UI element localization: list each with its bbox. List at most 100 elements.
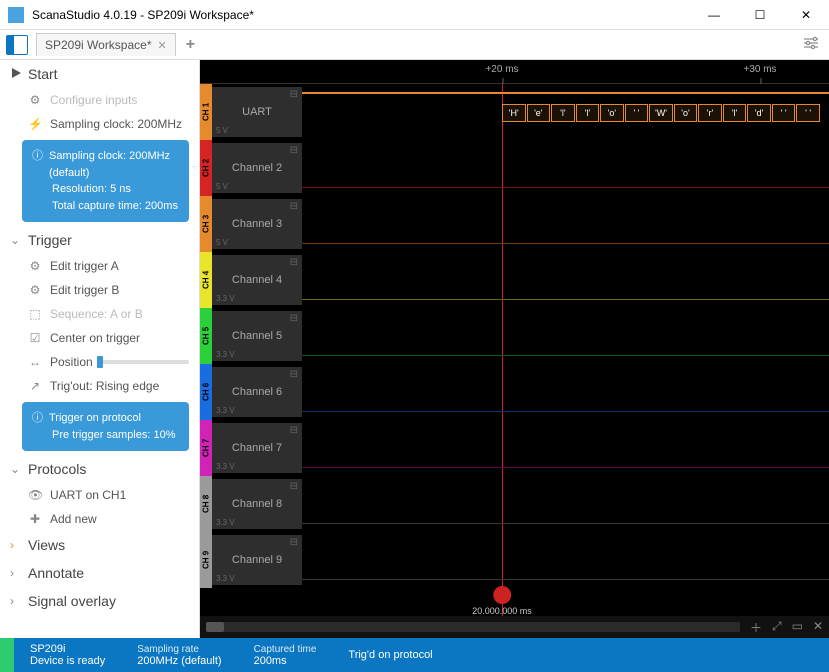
channel-label-box[interactable]: ⊟ Channel 6 3.3 V bbox=[212, 367, 302, 417]
channel-label-box[interactable]: ⊟ Channel 4 3.3 V bbox=[212, 255, 302, 305]
channel-tab[interactable]: CH 9 bbox=[200, 532, 212, 588]
channel-voltage: 5 V bbox=[216, 238, 228, 247]
channel-row: CH 9 ⊟ Channel 9 3.3 V bbox=[200, 532, 829, 588]
tab-workspace[interactable]: SP209i Workspace* ✕ bbox=[36, 33, 176, 56]
uart-byte[interactable]: 'l' bbox=[551, 104, 575, 122]
edit-trigger-a[interactable]: ⚙Edit trigger A bbox=[0, 254, 199, 278]
trigger-section[interactable]: ⌄ Trigger bbox=[0, 226, 199, 254]
channel-collapse-icon[interactable]: ⊟ bbox=[290, 313, 298, 324]
channel-collapse-icon[interactable]: ⊟ bbox=[290, 481, 298, 492]
close-button[interactable]: ✕ bbox=[783, 0, 829, 29]
channel-tab[interactable]: CH 2 bbox=[200, 140, 212, 196]
channel-trace[interactable] bbox=[302, 476, 829, 532]
uart-byte[interactable]: 'd' bbox=[747, 104, 771, 122]
uart-byte[interactable]: 'r' bbox=[698, 104, 722, 122]
signal-overlay-section[interactable]: ›Signal overlay bbox=[0, 587, 199, 615]
uart-byte[interactable]: 'W' bbox=[649, 104, 673, 122]
eye-icon: 👁 bbox=[28, 488, 42, 502]
uart-byte[interactable]: 'l' bbox=[576, 104, 600, 122]
channel-tab[interactable]: CH 5 bbox=[200, 308, 212, 364]
gear-icon: ⚙ bbox=[28, 283, 42, 297]
channel-label-box[interactable]: ⊟ Channel 5 3.3 V bbox=[212, 311, 302, 361]
channel-tab[interactable]: CH 3 bbox=[200, 196, 212, 252]
channel-trace[interactable] bbox=[302, 532, 829, 588]
sampling-info: ⓘ Sampling clock: 200MHz (default) Resol… bbox=[22, 140, 189, 222]
tab-close-icon[interactable]: ✕ bbox=[158, 39, 167, 52]
workspace-icon[interactable] bbox=[6, 35, 28, 55]
add-protocol[interactable]: ✚Add new bbox=[0, 507, 199, 531]
uart-byte[interactable]: ' ' bbox=[772, 104, 796, 122]
channel-name: Channel 5 bbox=[212, 330, 302, 342]
channel-name: Channel 3 bbox=[212, 218, 302, 230]
channel-collapse-icon[interactable]: ⊟ bbox=[290, 145, 298, 156]
channel-tab[interactable]: CH 1 bbox=[200, 84, 212, 140]
channel-tab[interactable]: CH 7 bbox=[200, 420, 212, 476]
uart-byte[interactable]: 'o' bbox=[600, 104, 624, 122]
channel-collapse-icon[interactable]: ⊟ bbox=[290, 425, 298, 436]
uart-byte[interactable]: ' ' bbox=[796, 104, 820, 122]
minimize-button[interactable]: — bbox=[691, 0, 737, 29]
channel-row: CH 2 ⊟ Channel 2 5 V bbox=[200, 140, 829, 196]
channel-tab[interactable]: CH 4 bbox=[200, 252, 212, 308]
protocol-uart[interactable]: 👁UART on CH1 bbox=[0, 483, 199, 507]
maximize-button[interactable]: ☐ bbox=[737, 0, 783, 29]
sampling-clock-item[interactable]: ⚡ Sampling clock: 200MHz bbox=[0, 112, 199, 136]
uart-byte[interactable]: 'e' bbox=[527, 104, 551, 122]
uart-byte[interactable]: 'l' bbox=[723, 104, 747, 122]
channel-trace[interactable]: 'H''e''l''l''o'' ''W''o''r''l''d'' '' ' bbox=[302, 84, 829, 140]
channel-label-box[interactable]: ⊟ Channel 9 3.3 V bbox=[212, 535, 302, 585]
edit-trigger-b[interactable]: ⚙Edit trigger B bbox=[0, 278, 199, 302]
protocols-section[interactable]: ⌄Protocols bbox=[0, 455, 199, 483]
channel-label-box[interactable]: ⊟ UART 5 V bbox=[212, 87, 302, 137]
channel-trace[interactable] bbox=[302, 420, 829, 476]
position-slider[interactable] bbox=[97, 360, 189, 364]
channel-name: Channel 7 bbox=[212, 442, 302, 454]
channel-tab[interactable]: CH 8 bbox=[200, 476, 212, 532]
channel-collapse-icon[interactable]: ⊟ bbox=[290, 369, 298, 380]
channel-row: CH 5 ⊟ Channel 5 3.3 V bbox=[200, 308, 829, 364]
tab-label: SP209i Workspace* bbox=[45, 38, 152, 52]
views-section[interactable]: ›Views bbox=[0, 531, 199, 559]
annotate-section[interactable]: ›Annotate bbox=[0, 559, 199, 587]
trigger-position[interactable]: ↔ Position bbox=[0, 350, 199, 374]
channel-label-box[interactable]: ⊟ Channel 8 3.3 V bbox=[212, 479, 302, 529]
time-marker[interactable]: 20.000.000 ms bbox=[472, 586, 532, 616]
status-trigger: Trig'd on protocol bbox=[332, 638, 448, 672]
channel-tab[interactable]: CH 6 bbox=[200, 364, 212, 420]
gear-icon: ⚙ bbox=[28, 259, 42, 273]
zoom-in-icon[interactable]: ＋ bbox=[750, 619, 762, 636]
uart-byte[interactable]: ' ' bbox=[625, 104, 649, 122]
channel-voltage: 3.3 V bbox=[216, 350, 235, 359]
settings-icon[interactable] bbox=[803, 36, 819, 53]
channel-collapse-icon[interactable]: ⊟ bbox=[290, 257, 298, 268]
channel-collapse-icon[interactable]: ⊟ bbox=[290, 537, 298, 548]
channel-trace[interactable] bbox=[302, 364, 829, 420]
waveform-area[interactable]: +20 ms +30 ms CH 1 ⊟ UART 5 V 'H''e''l''… bbox=[200, 60, 829, 638]
uart-byte[interactable]: 'H' bbox=[502, 104, 526, 122]
channel-trace[interactable] bbox=[302, 140, 829, 196]
channel-collapse-icon[interactable]: ⊟ bbox=[290, 201, 298, 212]
status-sampling-rate: Sampling rate 200MHz (default) bbox=[121, 638, 237, 672]
trigout-item[interactable]: ↗Trig'out: Rising edge bbox=[0, 374, 199, 398]
channel-label-box[interactable]: ⊟ Channel 3 5 V bbox=[212, 199, 302, 249]
channel-trace[interactable] bbox=[302, 196, 829, 252]
zoom-region-icon[interactable]: ▭ bbox=[792, 619, 803, 636]
channel-label-box[interactable]: ⊟ Channel 2 5 V bbox=[212, 143, 302, 193]
uart-byte[interactable]: 'o' bbox=[674, 104, 698, 122]
start-section[interactable]: Start bbox=[0, 60, 199, 88]
channel-trace[interactable] bbox=[302, 308, 829, 364]
zoom-fit-icon[interactable]: ⤢ bbox=[772, 619, 782, 636]
close-view-icon[interactable]: ✕ bbox=[813, 619, 823, 636]
channel-row: CH 8 ⊟ Channel 8 3.3 V bbox=[200, 476, 829, 532]
channel-row: CH 4 ⊟ Channel 4 3.3 V bbox=[200, 252, 829, 308]
horizontal-scrollbar[interactable] bbox=[206, 622, 740, 632]
time-ruler[interactable]: +20 ms +30 ms bbox=[200, 60, 829, 84]
channel-collapse-icon[interactable]: ⊟ bbox=[290, 89, 298, 100]
channel-trace[interactable] bbox=[302, 252, 829, 308]
channel-label-box[interactable]: ⊟ Channel 7 3.3 V bbox=[212, 423, 302, 473]
tab-add-button[interactable]: + bbox=[176, 32, 205, 58]
configure-inputs[interactable]: ⚙ Configure inputs bbox=[0, 88, 199, 112]
trigger-sequence[interactable]: ⬚Sequence: A or B bbox=[0, 302, 199, 326]
channel-voltage: 3.3 V bbox=[216, 294, 235, 303]
center-on-trigger[interactable]: ☑Center on trigger bbox=[0, 326, 199, 350]
